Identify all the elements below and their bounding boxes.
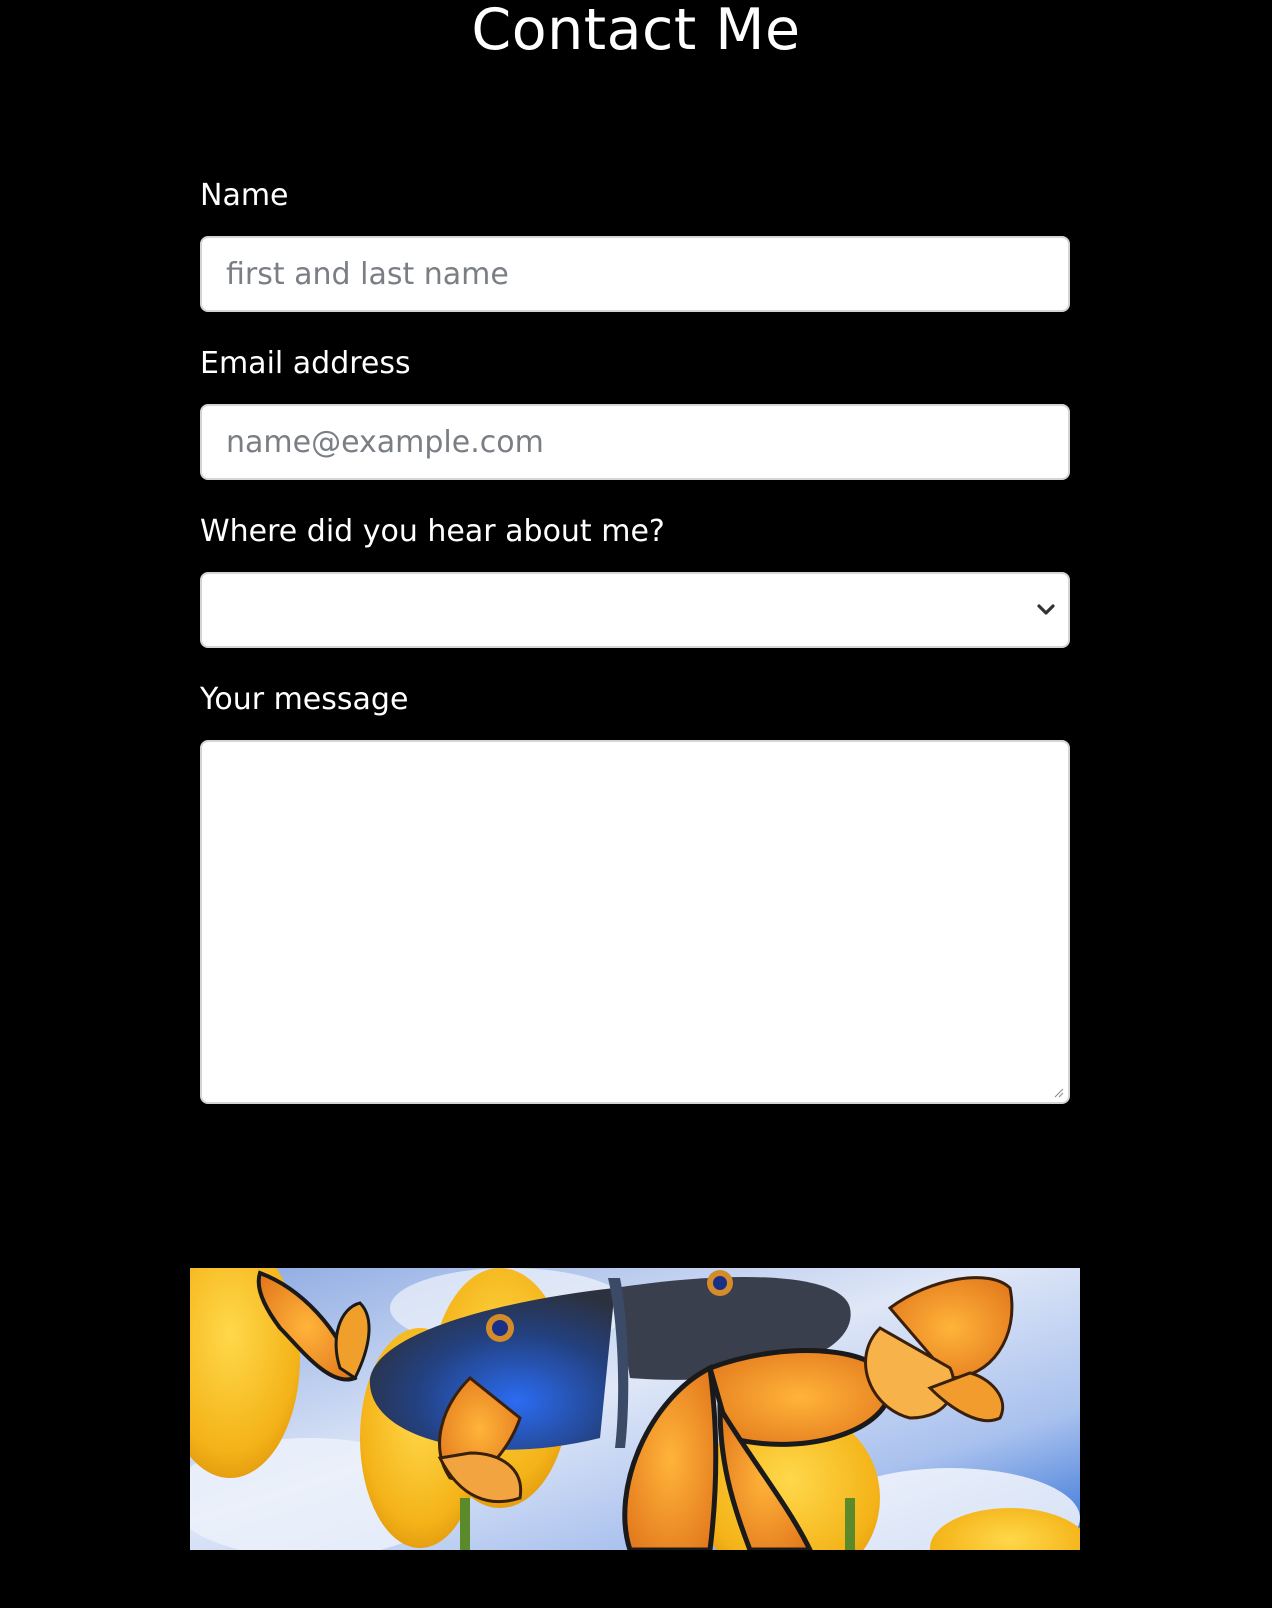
email-label: Email address	[200, 346, 411, 381]
message-textarea[interactable]	[202, 742, 1068, 1102]
name-input[interactable]	[200, 236, 1070, 312]
message-textarea-frame	[200, 740, 1070, 1104]
message-label: Your message	[200, 682, 409, 717]
referral-select[interactable]	[200, 572, 1070, 648]
chevron-down-icon	[1037, 604, 1055, 615]
contact-page: Contact Me Name Email address Where did …	[0, 0, 1272, 1608]
name-label: Name	[200, 178, 289, 213]
page-title: Contact Me	[471, 0, 801, 63]
butterfly-banner-image	[190, 1268, 1080, 1550]
contact-form: Name Email address Where did you hear ab…	[200, 176, 1070, 1104]
butterfly-banner-illustration	[190, 1268, 1080, 1550]
email-input[interactable]	[200, 404, 1070, 480]
referral-label: Where did you hear about me?	[200, 514, 665, 549]
resize-grip-icon[interactable]	[1054, 1088, 1064, 1098]
